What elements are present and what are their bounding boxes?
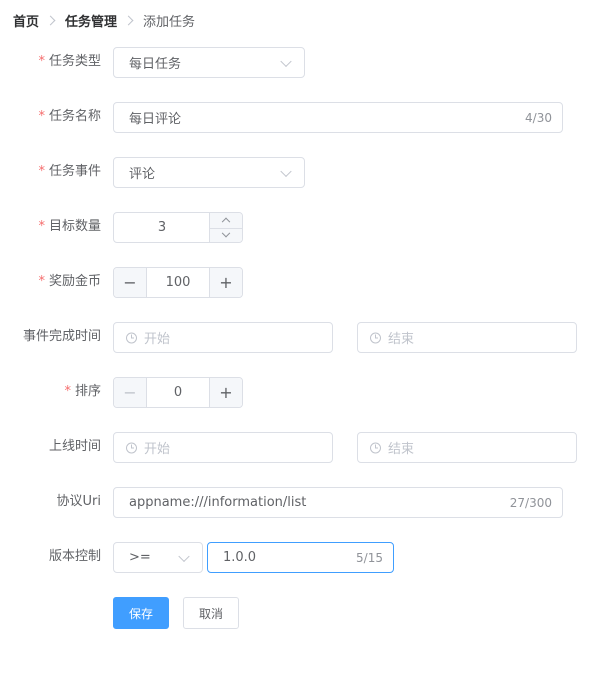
- task-type-value: 每日任务: [129, 57, 182, 72]
- reward-coins-label: * 奖励金币: [38, 274, 101, 289]
- task-type-select[interactable]: 每日任务: [113, 47, 305, 78]
- required-mark: *: [64, 384, 71, 399]
- start-placeholder: 开始: [144, 332, 171, 347]
- protocol-uri-char-count: 27/300: [509, 495, 552, 510]
- event-end-time-input[interactable]: 结束: [357, 322, 577, 353]
- clock-icon: [126, 332, 137, 343]
- clock-icon: [370, 442, 381, 453]
- protocol-uri-label: 协议Uri: [56, 494, 101, 509]
- version-value: 1.0.0: [223, 550, 257, 565]
- chevron-up-icon: [221, 217, 231, 227]
- clock-icon: [370, 332, 381, 343]
- task-name-char-count: 4/30: [525, 110, 552, 125]
- task-event-label: * 任务事件: [38, 164, 101, 179]
- save-button[interactable]: 保存: [113, 597, 169, 629]
- online-start-time-input[interactable]: 开始: [113, 432, 333, 463]
- version-operator-value: >=: [129, 550, 151, 565]
- start-placeholder: 开始: [144, 442, 171, 457]
- required-mark: *: [38, 109, 45, 124]
- decrease-button[interactable]: [210, 228, 242, 243]
- chevron-down-icon: [221, 228, 231, 238]
- required-mark: *: [38, 219, 45, 234]
- breadcrumb-home[interactable]: 首页: [13, 11, 39, 30]
- end-placeholder: 结束: [388, 442, 415, 457]
- version-input[interactable]: 1.0.0 5/15: [207, 542, 394, 573]
- version-operator-select[interactable]: >=: [113, 542, 203, 573]
- breadcrumb: 首页 任务管理 添加任务: [13, 11, 196, 30]
- sort-label: * 排序: [64, 384, 101, 399]
- event-start-time-input[interactable]: 开始: [113, 322, 333, 353]
- clock-icon: [126, 442, 137, 453]
- task-name-value: 每日评论: [129, 112, 182, 127]
- plus-button[interactable]: +: [209, 378, 242, 407]
- chevron-right-icon: [123, 15, 134, 25]
- target-count-value[interactable]: 3: [114, 213, 210, 242]
- task-event-value: 评论: [129, 167, 156, 182]
- online-end-time-input[interactable]: 结束: [357, 432, 577, 463]
- sort-value[interactable]: 0: [146, 378, 210, 407]
- target-count-label: * 目标数量: [38, 219, 101, 234]
- version-char-count: 5/15: [356, 550, 383, 565]
- increase-button[interactable]: [210, 213, 242, 229]
- task-name-label: * 任务名称: [38, 109, 101, 124]
- event-time-label: 事件完成时间: [22, 329, 101, 344]
- reward-coins-value[interactable]: 100: [146, 268, 210, 297]
- reward-coins-stepper[interactable]: − 100 +: [113, 267, 243, 298]
- sort-stepper[interactable]: − 0 +: [113, 377, 243, 408]
- breadcrumb-section[interactable]: 任务管理: [65, 11, 117, 30]
- task-event-select[interactable]: 评论: [113, 157, 305, 188]
- end-placeholder: 结束: [388, 332, 415, 347]
- required-mark: *: [38, 274, 45, 289]
- online-time-label: 上线时间: [48, 439, 101, 454]
- chevron-down-icon: [280, 55, 292, 67]
- version-label: 版本控制: [48, 549, 101, 564]
- required-mark: *: [38, 164, 45, 179]
- chevron-down-icon: [280, 165, 292, 177]
- minus-button[interactable]: −: [114, 268, 147, 297]
- chevron-right-icon: [45, 15, 56, 25]
- protocol-uri-value: appname:///information/list: [129, 495, 307, 510]
- target-count-stepper[interactable]: 3: [113, 212, 243, 243]
- required-mark: *: [38, 54, 45, 69]
- stepper-controls: [209, 213, 242, 242]
- cancel-button[interactable]: 取消: [183, 597, 239, 629]
- breadcrumb-current: 添加任务: [143, 14, 196, 30]
- task-name-input[interactable]: 每日评论 4/30: [113, 102, 563, 133]
- protocol-uri-input[interactable]: appname:///information/list 27/300: [113, 487, 563, 518]
- minus-button[interactable]: −: [114, 378, 147, 407]
- task-type-label: * 任务类型: [38, 54, 101, 69]
- chevron-down-icon: [178, 550, 190, 562]
- plus-button[interactable]: +: [209, 268, 242, 297]
